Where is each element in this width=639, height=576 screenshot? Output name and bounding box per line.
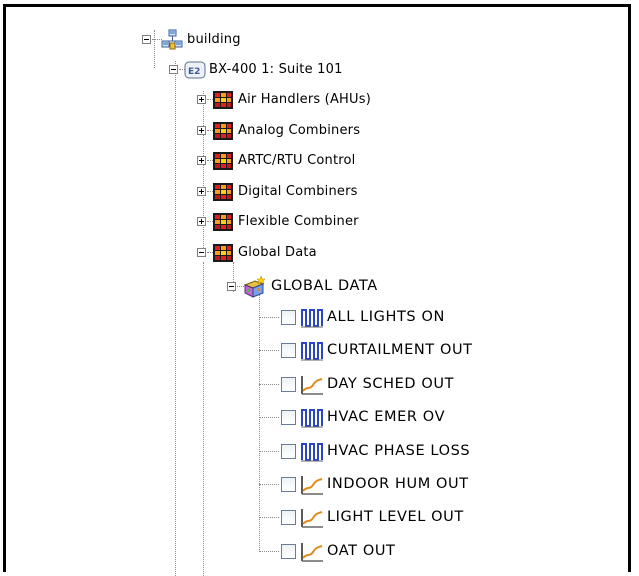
tree-panel: building E2 BX-400 1: Suite 101 Air Hand… [3,4,631,576]
device-icon: E2 [184,61,206,79]
tree-node-label: Digital Combiners [238,183,358,199]
tree-line [154,30,155,68]
analog-trend-icon [301,509,323,529]
application-grid-icon [213,121,233,140]
tree-line [203,91,204,256]
point-label: DAY SCHED OUT [327,375,455,392]
point-label: ALL LIGHTS ON [327,309,445,325]
tree-line [259,550,279,552]
tree-line [259,484,279,485]
tree-line [259,417,279,419]
point-label: CURTAILMENT OUT [327,342,473,359]
digital-pulse-icon [301,442,323,462]
tree-line [259,350,279,352]
tree-line [175,61,176,576]
tree-node-label: Analog Combiners [238,122,361,138]
point-checkbox[interactable] [281,543,296,559]
point-checkbox[interactable] [281,310,296,325]
application-grid-icon [213,243,233,262]
collapse-toggle[interactable] [169,65,178,74]
expand-toggle[interactable] [197,95,206,104]
tree-node-label: GLOBAL DATA [271,278,378,294]
point-checkbox[interactable] [281,376,296,392]
analog-trend-icon [301,375,323,395]
expand-toggle[interactable] [197,125,206,135]
tree-line [259,317,279,318]
magic-box-icon [243,275,266,298]
tree-node-label: Global Data [238,244,317,260]
tree-line [259,450,279,452]
point-label: LIGHT LEVEL OUT [327,509,464,526]
analog-trend-icon [301,476,323,495]
application-grid-icon [213,91,233,109]
tree-line [259,292,260,552]
tree-node-label: BX-400 1: Suite 101 [209,62,343,77]
point-label: INDOOR HUM OUT [327,476,469,492]
collapse-toggle[interactable] [142,35,151,44]
tree-node-label: Flexible Combiner [238,214,359,229]
tree-node-label: building [187,32,241,47]
point-checkbox[interactable] [281,510,296,526]
collapse-toggle[interactable] [227,282,236,291]
application-grid-icon [213,152,233,170]
tree-node-label: ARTC/RTU Control [238,153,356,168]
analog-trend-icon [301,542,323,562]
application-grid-icon [213,213,233,231]
point-label: HVAC EMER OV [327,409,446,426]
network-icon [161,29,183,50]
point-checkbox[interactable] [281,477,296,492]
point-checkbox[interactable] [281,343,296,359]
digital-pulse-icon [301,309,323,328]
point-checkbox[interactable] [281,443,296,459]
tree-node-label: Air Handlers (AHUs) [238,92,371,107]
expand-toggle[interactable] [197,217,206,226]
svg-text:E2: E2 [188,67,200,77]
expand-toggle[interactable] [197,156,206,165]
expand-toggle[interactable] [197,186,206,196]
application-grid-icon [213,182,233,201]
tree-line [259,517,279,519]
digital-pulse-icon [301,409,323,428]
tree-line [259,383,279,385]
point-label: HVAC PHASE LOSS [327,442,471,459]
point-checkbox[interactable] [281,410,296,426]
tree-line [203,262,204,576]
digital-pulse-icon [301,342,323,361]
collapse-toggle[interactable] [197,247,206,257]
point-label: OAT OUT [327,542,396,559]
